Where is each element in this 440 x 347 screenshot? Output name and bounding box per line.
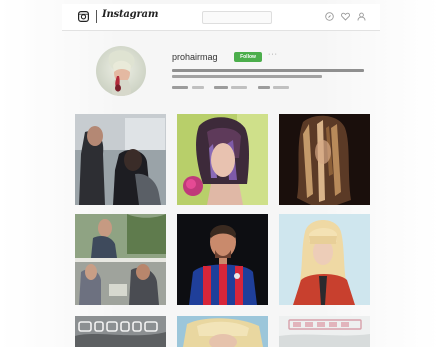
post-tile-blonde-closeup[interactable]	[177, 316, 268, 347]
profile-avatar[interactable]	[96, 46, 146, 96]
post-tile-text-graphic[interactable]	[279, 316, 370, 347]
profile-icon[interactable]	[357, 12, 366, 21]
search-input[interactable]	[202, 11, 272, 24]
posts-count[interactable]	[172, 86, 188, 89]
post-tile-salon[interactable]	[75, 114, 166, 205]
followers-count[interactable]	[214, 86, 228, 89]
following-label	[273, 86, 289, 89]
follow-button[interactable]: Follow	[234, 52, 262, 62]
followers-label	[231, 86, 247, 89]
post-tile-barbering[interactable]	[75, 316, 166, 347]
post-tile-blonde-fringe[interactable]	[279, 214, 370, 305]
more-options-button[interactable]: ···	[268, 51, 278, 58]
instagram-wordmark[interactable]: Instagram	[102, 9, 158, 20]
post-tile-layered-blonde[interactable]	[279, 114, 370, 205]
heart-icon[interactable]	[341, 12, 350, 21]
bio-line	[172, 75, 322, 78]
post-tile-footballer[interactable]	[177, 214, 268, 305]
compass-icon[interactable]	[325, 12, 334, 21]
top-nav-bar: Instagram	[62, 4, 380, 31]
nav-divider	[96, 10, 97, 23]
instagram-profile-page: Instagram prohairmag Follow ···	[0, 0, 440, 347]
profile-username: prohairmag	[172, 52, 218, 62]
following-count[interactable]	[258, 86, 270, 89]
post-tile-colored-bob[interactable]	[177, 114, 268, 205]
bio-line	[172, 69, 364, 72]
instagram-camera-icon[interactable]	[78, 11, 89, 22]
post-tile-group[interactable]	[75, 214, 166, 305]
posts-label	[192, 86, 204, 89]
